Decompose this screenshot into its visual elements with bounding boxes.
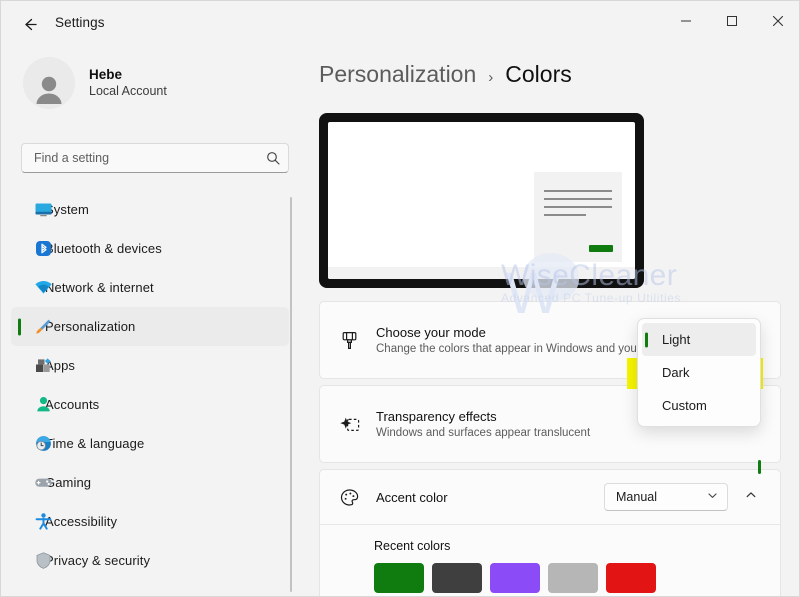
search-box[interactable] (21, 143, 289, 173)
mode-option-light[interactable]: Light (642, 323, 756, 356)
sidebar-item-bluetooth-devices[interactable]: Bluetooth & devices (11, 229, 289, 268)
breadcrumb: Personalization › Colors (319, 61, 572, 88)
recent-color-swatch-purple[interactable] (490, 563, 540, 593)
accent-mode-value: Manual (616, 490, 657, 504)
breadcrumb-separator-icon: › (488, 69, 494, 86)
sidebar-item-gaming[interactable]: Gaming (11, 463, 289, 502)
back-button[interactable] (13, 9, 45, 39)
accent-color-header[interactable]: Accent color Manual (320, 470, 780, 524)
chevron-up-icon (745, 488, 757, 506)
wifi-icon (33, 278, 53, 298)
preview-taskbar (328, 267, 635, 279)
close-button[interactable] (755, 1, 799, 41)
sidebar-item-label: Accounts (45, 397, 100, 412)
recent-colors-label: Recent colors (374, 539, 451, 553)
apps-icon (33, 356, 53, 376)
breadcrumb-parent[interactable]: Personalization (319, 61, 476, 88)
sparkle-dashed-square-icon (332, 414, 366, 435)
preview-accent-button (589, 245, 613, 252)
search-input[interactable] (34, 151, 266, 165)
account-person-icon (33, 395, 53, 415)
recent-color-swatch-green[interactable] (374, 563, 424, 593)
person-avatar-icon (32, 73, 66, 109)
sidebar-scrollbar[interactable] (290, 197, 292, 592)
colors-preview (319, 113, 644, 288)
page-title: Colors (505, 61, 572, 87)
sidebar-item-label: Accessibility (45, 514, 118, 529)
clock-globe-icon (33, 434, 53, 454)
close-icon (772, 15, 784, 27)
sidebar-item-accessibility[interactable]: Accessibility (11, 502, 289, 541)
sidebar-item-label: Time & language (45, 436, 145, 451)
recent-color-swatch-red[interactable] (606, 563, 656, 593)
mode-dropdown-menu[interactable]: Light Dark Custom (637, 318, 761, 427)
account-name: Hebe (89, 67, 123, 82)
content-area: W WiseCleaner Advanced PC Tune-up Utilit… (301, 47, 799, 596)
preview-text-line (544, 190, 612, 192)
sidebar-item-personalization[interactable]: Personalization (11, 307, 289, 346)
app-title: Settings (55, 15, 105, 30)
title-bar: Settings (1, 1, 799, 47)
sidebar-item-apps[interactable]: Apps (11, 346, 289, 385)
paintbrush-outline-icon (332, 330, 366, 351)
preview-text-line (544, 206, 612, 208)
mode-option-label: Custom (662, 398, 707, 413)
sidebar-item-privacy-security[interactable]: Privacy & security (11, 541, 289, 580)
recent-color-swatch-dark-gray[interactable] (432, 563, 482, 593)
accent-mode-combobox[interactable]: Manual (604, 483, 728, 511)
back-arrow-icon (21, 16, 38, 33)
settings-window: Settings Hebe Local Account Find a setti… (0, 0, 800, 597)
mode-option-custom[interactable]: Custom (642, 389, 756, 422)
recent-colors-row (320, 553, 780, 593)
dropdown-accent-edge (758, 460, 761, 474)
sidebar-item-label: Privacy & security (45, 553, 151, 568)
recent-color-swatch-light-gray[interactable] (548, 563, 598, 593)
account-subtitle: Local Account (89, 84, 167, 98)
sidebar-nav: System Bluetooth & devices Network & int… (1, 190, 301, 580)
setting-description: Change the colors that appear in Windows… (376, 342, 669, 355)
sidebar-item-label: Personalization (45, 319, 136, 334)
search-icon (266, 151, 280, 165)
accent-collapse-button[interactable] (736, 483, 766, 511)
accent-color-card: Accent color Manual Recent colors (319, 469, 781, 596)
bluetooth-icon (33, 239, 53, 259)
window-controls (663, 1, 799, 41)
mode-option-label: Light (662, 332, 691, 347)
preview-text-line (544, 198, 612, 200)
sidebar-item-label: Network & internet (45, 280, 154, 295)
maximize-button[interactable] (709, 1, 755, 41)
preview-window (534, 172, 622, 262)
accent-color-title: Accent color (376, 489, 448, 505)
preview-text-line (544, 214, 586, 216)
setting-description: Windows and surfaces appear translucent (376, 426, 591, 439)
accessibility-person-icon (33, 512, 53, 532)
sidebar-item-accounts[interactable]: Accounts (11, 385, 289, 424)
gamepad-icon (33, 473, 53, 493)
shield-icon (33, 551, 53, 571)
sidebar-item-label: Bluetooth & devices (45, 241, 162, 256)
sidebar-item-network-internet[interactable]: Network & internet (11, 268, 289, 307)
maximize-icon (726, 15, 738, 27)
avatar (23, 57, 75, 109)
monitor-icon (33, 200, 53, 220)
sidebar-item-system[interactable]: System (11, 190, 289, 229)
chevron-down-icon (707, 490, 718, 504)
paintbrush-icon (33, 317, 53, 337)
mode-option-label: Dark (662, 365, 690, 380)
preview-screen (328, 122, 635, 279)
sidebar-item-time-language[interactable]: Time & language (11, 424, 289, 463)
sidebar: Hebe Local Account Find a setting System… (1, 47, 301, 596)
minimize-icon (680, 15, 692, 27)
palette-icon (332, 487, 366, 508)
mode-option-dark[interactable]: Dark (642, 356, 756, 389)
account-block[interactable]: Hebe Local Account (23, 57, 167, 109)
minimize-button[interactable] (663, 1, 709, 41)
